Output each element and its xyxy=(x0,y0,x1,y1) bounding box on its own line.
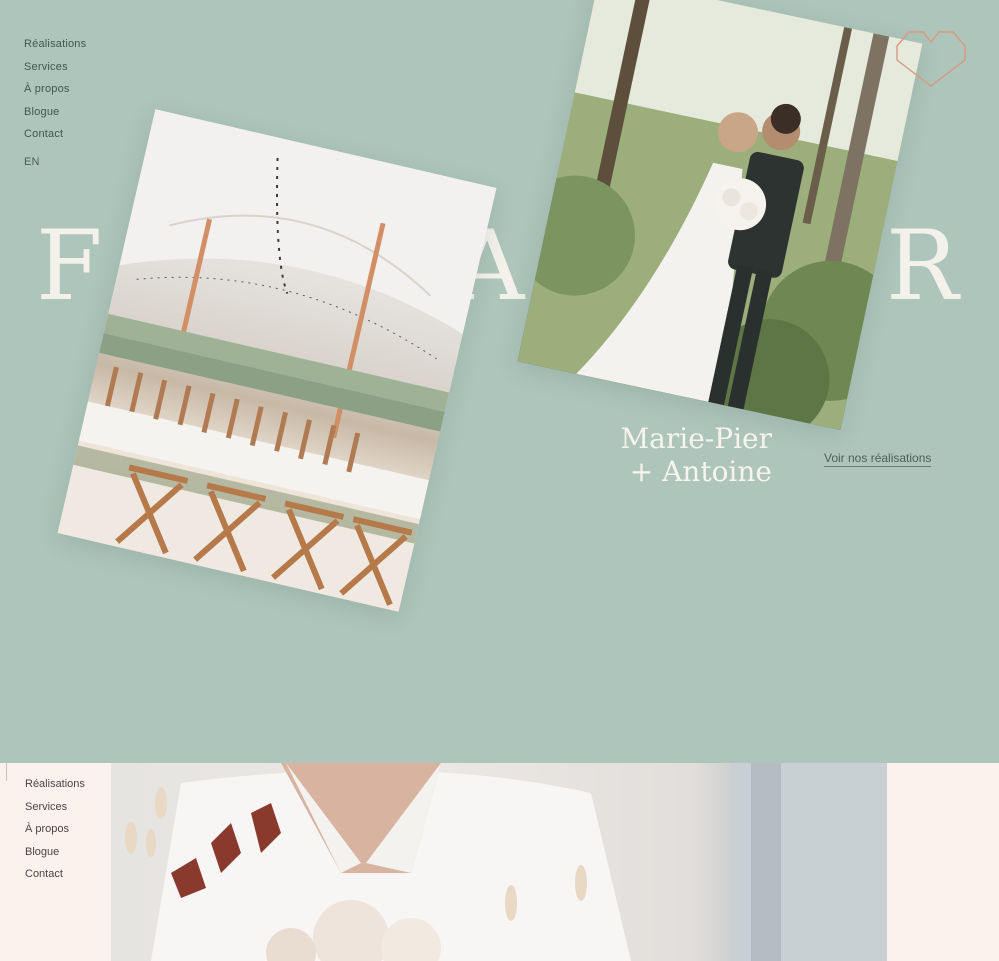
big-letter: F xyxy=(36,210,103,322)
big-letter: R xyxy=(886,210,959,322)
language-switch[interactable]: EN xyxy=(24,151,86,174)
hero-section: F O A R xyxy=(0,0,999,763)
logo[interactable] xyxy=(893,30,969,90)
main-nav: Réalisations Services À propos Blogue Co… xyxy=(24,33,86,173)
nav-item-blogue[interactable]: Blogue xyxy=(24,101,86,124)
divider xyxy=(6,763,7,781)
nav-item-services[interactable]: Services xyxy=(25,796,85,819)
reception-photo xyxy=(57,109,497,612)
couple-illustration xyxy=(517,0,923,430)
view-realisations-link[interactable]: Voir nos réalisations xyxy=(824,451,932,467)
heart-outline-icon xyxy=(896,31,966,87)
featured-names: Marie-Pier + Antoine xyxy=(600,422,772,488)
nav-item-realisations[interactable]: Réalisations xyxy=(24,33,86,56)
nav-item-realisations[interactable]: Réalisations xyxy=(25,773,85,796)
nav-item-a-propos[interactable]: À propos xyxy=(24,78,86,101)
nav-item-services[interactable]: Services xyxy=(24,56,86,79)
secondary-nav: Réalisations Services À propos Blogue Co… xyxy=(25,773,85,886)
nav-item-blogue[interactable]: Blogue xyxy=(25,841,85,864)
nav-item-contact[interactable]: Contact xyxy=(24,123,86,146)
bridal-bouquet-photo xyxy=(111,763,887,961)
second-section: Réalisations Services À propos Blogue Co… xyxy=(0,763,999,961)
featured-name-line2: + Antoine xyxy=(629,455,772,488)
nav-item-a-propos[interactable]: À propos xyxy=(25,818,85,841)
reception-illustration xyxy=(57,109,497,612)
featured-name-line1: Marie-Pier xyxy=(620,422,772,455)
couple-photo xyxy=(517,0,923,430)
bridal-illustration xyxy=(125,763,887,961)
nav-item-contact[interactable]: Contact xyxy=(25,863,85,886)
